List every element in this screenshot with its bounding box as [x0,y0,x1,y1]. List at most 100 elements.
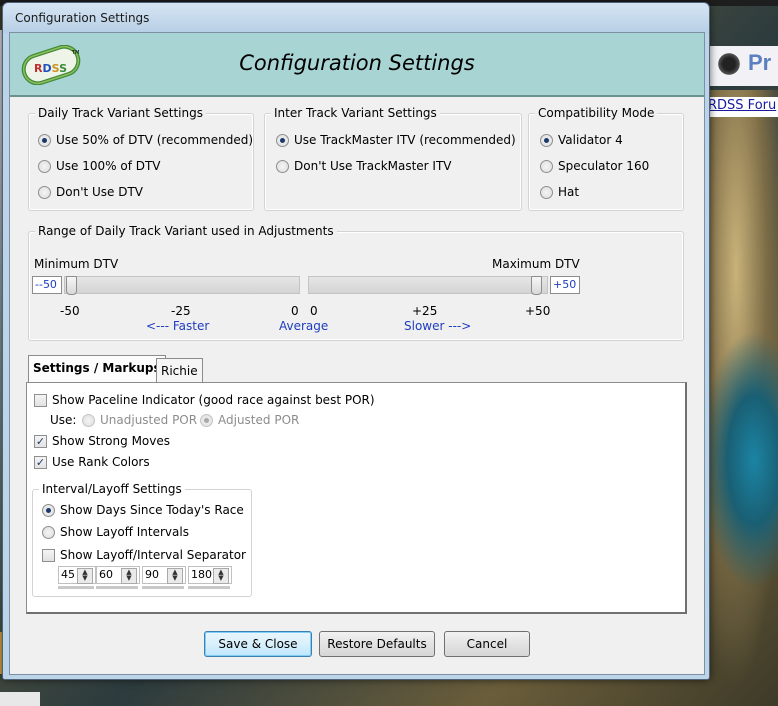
interval-spinner-3-value: 90 [145,568,159,581]
dtv-option-none[interactable]: Don't Use DTV [38,185,143,199]
itv-option-dont[interactable]: Don't Use TrackMaster ITV [276,159,452,173]
min-dtv-slider-thumb[interactable] [66,276,77,295]
dtv-range-title: Range of Daily Track Variant used in Adj… [35,224,337,238]
dtv-settings-title: Daily Track Variant Settings [35,106,206,120]
itv-option-use-label: Use TrackMaster ITV (recommended) [294,133,516,147]
interval-option-days-radio[interactable] [42,503,55,517]
save-close-button[interactable]: Save & Close [204,631,312,657]
compat-option-hat[interactable]: Hat [540,185,579,199]
spinner-underline [96,586,138,589]
tab-settings-markups[interactable]: Settings / Markups [28,355,166,383]
window-title: Configuration Settings [15,11,150,25]
itv-option-dont-radio[interactable] [276,159,289,173]
strong-moves-checkbox[interactable]: ✓ [34,434,47,448]
rank-colors-checkbox[interactable]: ✓ [34,455,47,469]
spinner-underline [58,586,94,589]
por-option-adjusted-label: Adjusted POR [218,413,300,427]
dtv-option-50-label: Use 50% of DTV (recommended) [56,133,254,147]
cancel-button[interactable]: Cancel [444,631,530,657]
dialog-header-title: Configuration Settings [239,51,475,75]
interval-spinner-4-value: 180 [191,568,212,581]
use-label: Use: [50,413,77,427]
compat-option-hat-label: Hat [558,185,580,199]
interval-spinner-4[interactable]: 180 ▲ ▼ [188,566,232,584]
interval-option-layoff-label: Show Layoff Intervals [60,525,189,539]
max-dtv-label: Maximum DTV [492,257,580,271]
restore-defaults-button[interactable]: Restore Defaults [319,631,435,657]
window-titlebar[interactable]: Configuration Settings [3,3,709,33]
min-dtv-label: Minimum DTV [34,257,119,271]
interval-spinner-2-value: 60 [99,568,113,581]
spinner-arrows-icon[interactable]: ▲ ▼ [121,568,137,584]
strong-moves-label: Show Strong Moves [52,434,170,448]
interval-option-layoff-radio[interactable] [42,525,55,539]
interval-option-days[interactable]: Show Days Since Today's Race [42,503,244,517]
dialog-client-area: RDSS TM Configuration Settings Daily Tra… [9,32,705,675]
spinner-underline [142,586,184,589]
interval-option-layoff[interactable]: Show Layoff Intervals [42,525,189,539]
compat-option-validator-radio[interactable] [540,133,553,147]
background-forum-link-text: RDSS Foru [708,98,777,113]
spinner-arrows-icon[interactable]: ▲ ▼ [77,568,93,584]
strong-moves-checkbox-row[interactable]: ✓ Show Strong Moves [34,434,170,448]
configuration-window: Configuration Settings RDSS TM Configura… [2,2,710,680]
separator-checkbox-row[interactable]: Show Layoff/Interval Separator [42,548,246,562]
interval-spinner-3[interactable]: 90 ▲ ▼ [142,566,186,584]
por-option-adjusted: Adjusted POR [200,413,299,427]
spinner-underline [188,586,230,589]
max-tick-mid: +25 [412,304,438,318]
compat-option-speculator-radio[interactable] [540,159,553,173]
desktop-wallpaper-accent [700,330,778,590]
dtv-option-50[interactable]: Use 50% of DTV (recommended) [38,133,253,147]
background-forum-link[interactable]: RDSS Foru [708,97,778,117]
compat-option-speculator-label: Speculator 160 [558,159,650,173]
min-dtv-value[interactable]: --50 [32,276,62,294]
itv-option-use-radio[interactable] [276,133,289,147]
max-tick-right: +50 [525,304,551,318]
background-taskbar [0,692,40,706]
rank-colors-checkbox-row[interactable]: ✓ Use Rank Colors [34,455,150,469]
interval-layoff-title: Interval/Layoff Settings [39,482,185,496]
max-dtv-slider-thumb[interactable] [531,276,542,295]
background-banner-text: Pr [748,50,772,75]
por-option-unadjusted: Unadjusted POR [82,413,197,427]
spinner-arrows-icon[interactable]: ▲ ▼ [213,568,229,584]
itv-option-use[interactable]: Use TrackMaster ITV (recommended) [276,133,516,147]
min-tick-mid: -25 [171,304,191,318]
por-option-unadjusted-label: Unadjusted POR [100,413,198,427]
rank-colors-label: Use Rank Colors [52,455,150,469]
spider-logo-icon [716,52,742,76]
dtv-option-100-radio[interactable] [38,159,51,173]
spinner-arrows-icon[interactable]: ▲ ▼ [167,568,183,584]
paceline-label: Show Paceline Indicator (good race again… [52,393,375,407]
dtv-option-100-label: Use 100% of DTV [56,159,161,173]
dtv-option-50-radio[interactable] [38,133,51,147]
compat-option-validator[interactable]: Validator 4 [540,133,623,147]
max-dtv-value[interactable]: +50 [550,276,580,294]
compat-option-validator-label: Validator 4 [558,133,623,147]
average-label: Average [279,319,329,333]
separator-label: Show Layoff/Interval Separator [60,548,246,562]
paceline-checkbox[interactable] [34,393,47,407]
interval-option-days-label: Show Days Since Today's Race [60,503,244,517]
dtv-option-none-radio[interactable] [38,185,51,199]
compat-mode-title: Compatibility Mode [535,106,658,120]
dtv-option-100[interactable]: Use 100% of DTV [38,159,161,173]
por-option-adjusted-radio [200,413,213,427]
dtv-option-none-label: Don't Use DTV [56,185,144,199]
compat-option-hat-radio[interactable] [540,185,553,199]
itv-option-dont-label: Don't Use TrackMaster ITV [294,159,452,173]
por-option-unadjusted-radio [82,413,95,427]
interval-spinner-1[interactable]: 45 ▲ ▼ [58,566,96,584]
itv-settings-title: Inter Track Variant Settings [271,106,440,120]
tab-richie[interactable]: Richie [156,358,203,383]
faster-label: <--- Faster [146,319,210,333]
interval-spinner-2[interactable]: 60 ▲ ▼ [96,566,140,584]
dialog-header: RDSS TM Configuration Settings [10,33,704,97]
min-dtv-slider[interactable] [64,276,300,294]
max-dtv-slider[interactable] [308,276,548,294]
separator-checkbox[interactable] [42,548,55,562]
compat-option-speculator[interactable]: Speculator 160 [540,159,649,173]
slower-label: Slower ---> [404,319,472,333]
paceline-checkbox-row[interactable]: Show Paceline Indicator (good race again… [34,393,375,407]
